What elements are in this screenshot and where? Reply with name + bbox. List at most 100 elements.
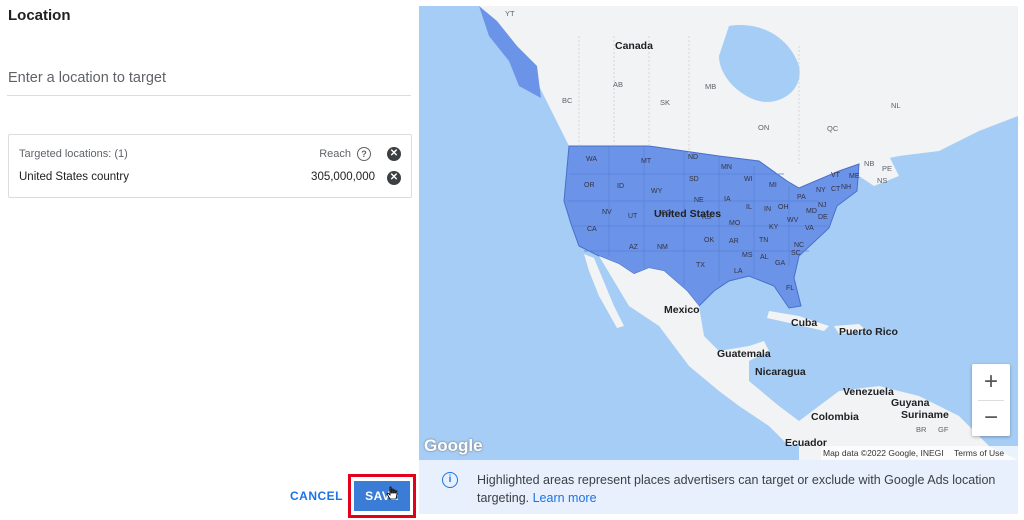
state-label-ar: AR [729,238,739,245]
targeted-locations-header: Targeted locations: (1) [19,148,128,160]
state-label-la: LA [734,268,743,275]
terms-link[interactable]: Terms of Use [954,448,1004,458]
state-label-va: VA [805,225,814,232]
google-logo: Google [424,436,483,455]
label-bc: BC [562,96,573,105]
zoom-in-button[interactable]: + [972,364,1010,400]
label-puerto-rico: Puerto Rico [839,326,898,338]
label-nb: NB [864,159,875,168]
label-nicaragua: Nicaragua [755,366,806,378]
state-label-md: MD [806,208,817,215]
state-label-oh: OH [778,204,789,211]
map-view[interactable]: Canada United States Mexico Cuba Puerto … [419,6,1018,460]
state-label-ky: KY [769,224,779,231]
state-label-sc: SC [791,250,801,257]
label-on: ON [758,123,770,132]
state-label-ct: CT [831,186,841,193]
attribution-text: Map data ©2022 Google, INEGI [823,448,944,458]
state-label-me: ME [849,173,860,180]
state-label-or: OR [584,182,595,189]
state-label-ia: IA [724,196,731,203]
save-button[interactable]: SAVE [354,481,410,511]
state-label-wa: WA [586,156,598,163]
state-label-wi: WI [744,176,753,183]
label-ab: AB [613,80,624,89]
panel-title: Location [8,7,71,24]
state-label-ks: KS [702,214,712,221]
state-label-ny: NY [816,187,826,194]
search-underline [7,95,411,96]
state-label-fl: FL [786,285,795,292]
state-label-co: CO [661,210,672,217]
state-label-ut: UT [628,213,638,220]
label-cuba: Cuba [791,317,818,329]
targeted-location-name: United States country [19,171,129,183]
location-search-input[interactable]: Enter a location to target [8,70,166,86]
label-suriname: Suriname [901,409,949,421]
label-nl: NL [891,101,901,110]
state-label-nj: NJ [818,202,827,209]
state-label-ne: NE [694,197,704,204]
state-label-vt: VT [831,172,840,179]
label-guyana: Guyana [891,397,930,409]
state-label-id: ID [617,183,624,190]
label-br: BR [916,425,927,434]
label-yt: YT [505,9,515,18]
state-label-az: AZ [629,244,638,251]
state-label-nd: ND [688,154,699,161]
label-sk: SK [660,98,671,107]
label-colombia: Colombia [811,411,859,423]
hand-cursor-icon [386,486,398,500]
label-mexico: Mexico [664,304,700,316]
label-canada: Canada [615,40,653,52]
targeted-location-reach: 305,000,000 [311,171,375,183]
map-attribution: Map data ©2022 Google, INEGI Terms of Us… [821,446,1018,460]
learn-more-link[interactable]: Learn more [533,491,597,505]
location-panel: Location Enter a location to target Targ… [0,0,418,520]
info-text: Highlighted areas represent places adver… [477,471,997,507]
reach-label: Reach [319,148,351,160]
remove-location-button[interactable]: ✕ [387,171,401,185]
state-label-mn: MN [721,164,732,171]
info-banner: i Highlighted areas represent places adv… [419,460,1018,514]
reach-header: Reach ? [319,147,371,161]
help-circle-icon[interactable]: ? [357,147,371,161]
targeted-locations-card: Targeted locations: (1) Reach ? ✕ United… [8,134,412,198]
zoom-out-button[interactable]: − [972,400,1010,436]
state-label-ok: OK [704,237,715,244]
label-venezuela: Venezuela [843,386,894,398]
zoom-divider [978,400,1004,401]
state-label-wy: WY [651,188,663,195]
state-label-tn: TN [759,237,769,244]
remove-all-button[interactable]: ✕ [387,147,401,161]
label-mb: MB [705,82,717,91]
label-ns: NS [877,176,888,185]
zoom-controls: + − [972,364,1010,436]
state-label-ca: CA [587,226,597,233]
state-label-mt: MT [641,158,652,165]
state-label-de: DE [818,214,828,221]
state-label-nv: NV [602,209,612,216]
state-label-nm: NM [657,244,668,251]
state-label-tx: TX [696,262,705,269]
info-icon: i [442,472,458,488]
state-label-al: AL [760,254,769,261]
state-label-mi: MI [769,182,777,189]
state-label-pa: PA [797,194,806,201]
state-label-nc: NC [794,242,805,249]
map-canvas [479,6,1018,460]
state-label-il: IL [746,204,752,211]
state-label-in: IN [764,206,771,213]
state-label-nh: NH [841,184,852,191]
label-pe: PE [882,164,893,173]
label-qc: QC [827,124,839,133]
state-label-mo: MO [729,220,741,227]
state-label-wv: WV [787,217,799,224]
label-gf: GF [938,425,949,434]
state-label-ga: GA [775,260,786,267]
save-button-highlight: SAVE [348,474,416,518]
state-label-ms: MS [742,252,753,259]
state-label-sd: SD [689,176,699,183]
label-guatemala: Guatemala [717,348,771,360]
cancel-button[interactable]: CANCEL [290,489,343,503]
